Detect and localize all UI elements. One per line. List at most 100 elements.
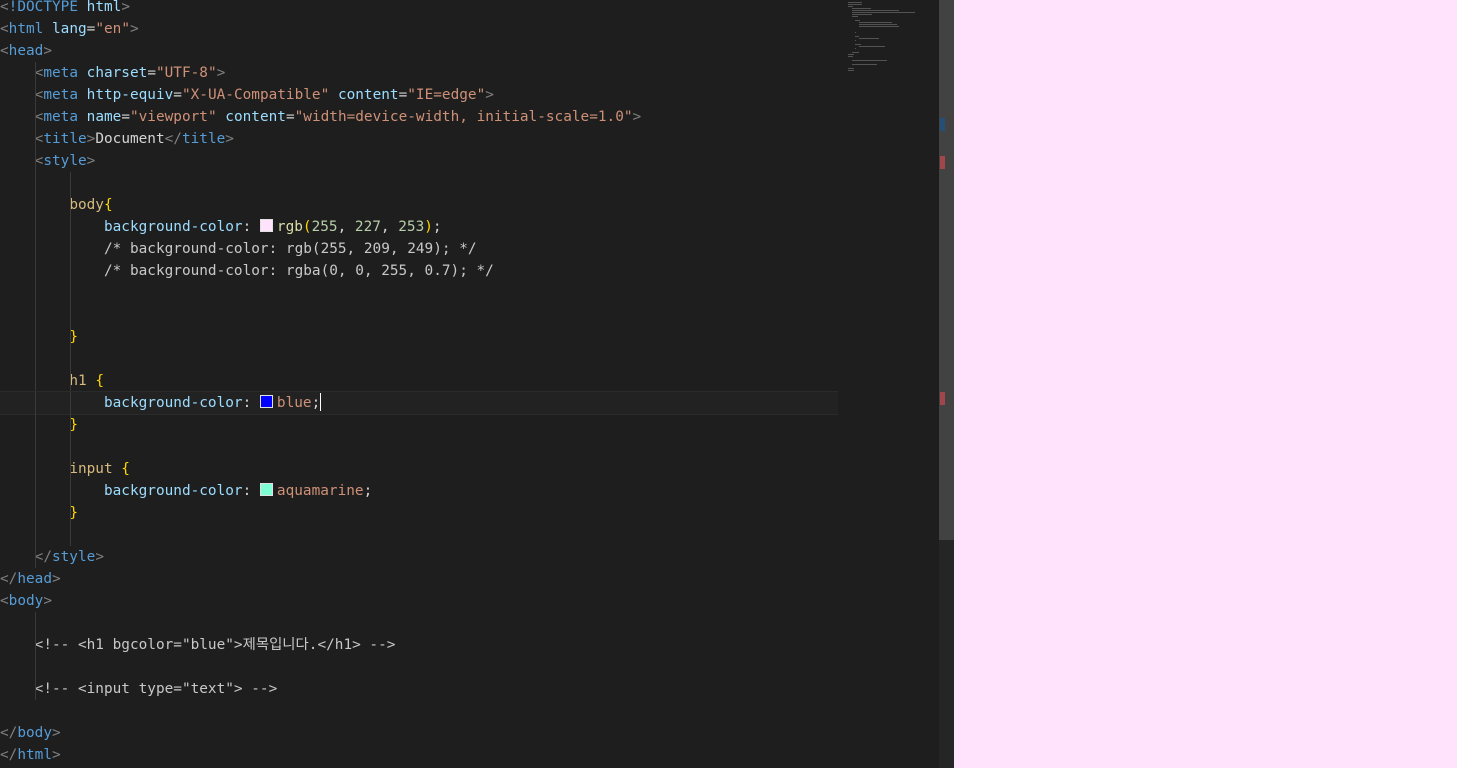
code-token: /* background-color: rgba(0, 0, 255, 0.7… [103,263,494,279]
code-line[interactable]: input { [0,458,838,480]
vertical-scrollbar-thumb[interactable] [939,0,954,540]
code-token: = [121,109,130,125]
code-line[interactable]: /* background-color: rgba(0, 0, 255, 0.7… [0,260,838,282]
code-token: background-color [103,395,243,411]
indent-guide [70,326,71,348]
code-line[interactable]: <body> [0,590,838,612]
code-line[interactable]: } [0,502,838,524]
code-line[interactable] [0,172,838,194]
code-line[interactable]: } [0,414,838,436]
code-line[interactable] [0,656,838,678]
code-token: name [86,109,122,125]
code-token: body [17,725,52,741]
code-line[interactable] [0,524,838,546]
indent-guide [70,172,71,194]
app-window: <!DOCTYPE html> <html lang="en"> <head> <m… [0,0,1457,768]
code-token: ( [302,219,312,235]
code-line[interactable]: </body> [0,722,838,744]
code-line[interactable]: <!-- <input type="text"> --> [0,678,838,700]
code-token: "UTF-8" [155,65,217,81]
code-line[interactable]: body{ [0,194,838,216]
code-line[interactable]: <!-- <h1 bgcolor="blue">제목입니다.</h1> --> [0,634,838,656]
code-area[interactable]: <!DOCTYPE html> <html lang="en"> <head> <m… [0,0,839,768]
code-token: ; [432,219,442,235]
code-token: </ [34,549,52,565]
minimap-line [858,46,885,47]
code-line[interactable]: <!DOCTYPE html> [0,0,838,18]
code-line[interactable] [0,612,838,634]
minimap-line [848,70,855,71]
code-line[interactable]: <title>Document</title> [0,128,838,150]
code-token: </ [0,747,18,763]
code-token: body [69,197,104,213]
indent-guide [35,348,36,370]
code-line[interactable]: /* background-color: rgb(255, 209, 249);… [0,238,838,260]
code-token: h1 [69,373,96,389]
minimap-line [851,8,872,9]
minimap-line [855,20,860,21]
code-line[interactable]: <meta name="viewport" content="width=dev… [0,106,838,128]
code-token: content [225,109,286,125]
code-token: 255 [311,219,338,235]
indent-guide [35,612,36,634]
code-line[interactable]: <meta http-equiv="X-UA-Compatible" conte… [0,84,838,106]
code-token: > [129,21,139,37]
code-line[interactable]: <html lang="en"> [0,18,838,40]
indent-guide [35,216,36,238]
code-token: html [86,0,122,15]
code-line[interactable]: </html> [0,744,838,766]
code-token: ; [311,395,321,411]
code-line[interactable]: } [0,326,838,348]
indent-guide [35,458,36,480]
color-swatch[interactable] [259,483,273,496]
code-line[interactable]: </style> [0,546,838,568]
code-token: head [17,571,52,587]
code-token: < [0,0,9,15]
code-token: = [173,87,182,103]
minimap-line [848,68,855,69]
code-token: , [337,219,355,235]
indent-guide [35,436,36,458]
code-token: head [8,43,44,59]
code-line[interactable]: h1 { [0,370,838,392]
code-line[interactable]: <style> [0,150,838,172]
indent-guide [35,172,36,194]
code-line[interactable]: background-color: rgb(255, 227, 253); [0,216,838,238]
code-token: > [51,571,61,587]
minimap-line [848,54,855,55]
indent-guide [35,634,36,656]
code-token: "IE=edge" [407,87,486,103]
minimap-line [848,4,863,5]
code-line[interactable] [0,348,838,370]
code-token: meta [43,65,87,81]
code-line[interactable]: background-color: aquamarine; [0,480,838,502]
code-line[interactable] [0,700,838,722]
code-token: > [225,131,234,147]
color-swatch[interactable] [259,219,273,232]
indent-guide [35,260,36,282]
code-token: > [43,43,52,59]
minimap[interactable] [838,0,938,768]
code-token: { [121,461,130,477]
code-line[interactable] [0,436,838,458]
browser-preview [954,0,1457,768]
code-token: input [69,461,122,477]
code-line[interactable] [0,304,838,326]
code-token: Document [95,131,165,147]
code-line[interactable]: </head> [0,568,838,590]
code-line[interactable]: <head> [0,40,838,62]
code-editor[interactable]: <!DOCTYPE html> <html lang="en"> <head> <m… [0,0,954,768]
code-token: : [242,395,260,411]
code-token: : [242,483,260,499]
code-line[interactable]: background-color: blue; [0,391,839,415]
code-line[interactable]: <meta charset="UTF-8"> [0,62,838,84]
code-token: charset [86,65,148,81]
indent-guide [35,656,36,678]
color-swatch[interactable] [259,395,273,408]
code-line[interactable] [0,282,838,304]
minimap-line [851,12,915,13]
